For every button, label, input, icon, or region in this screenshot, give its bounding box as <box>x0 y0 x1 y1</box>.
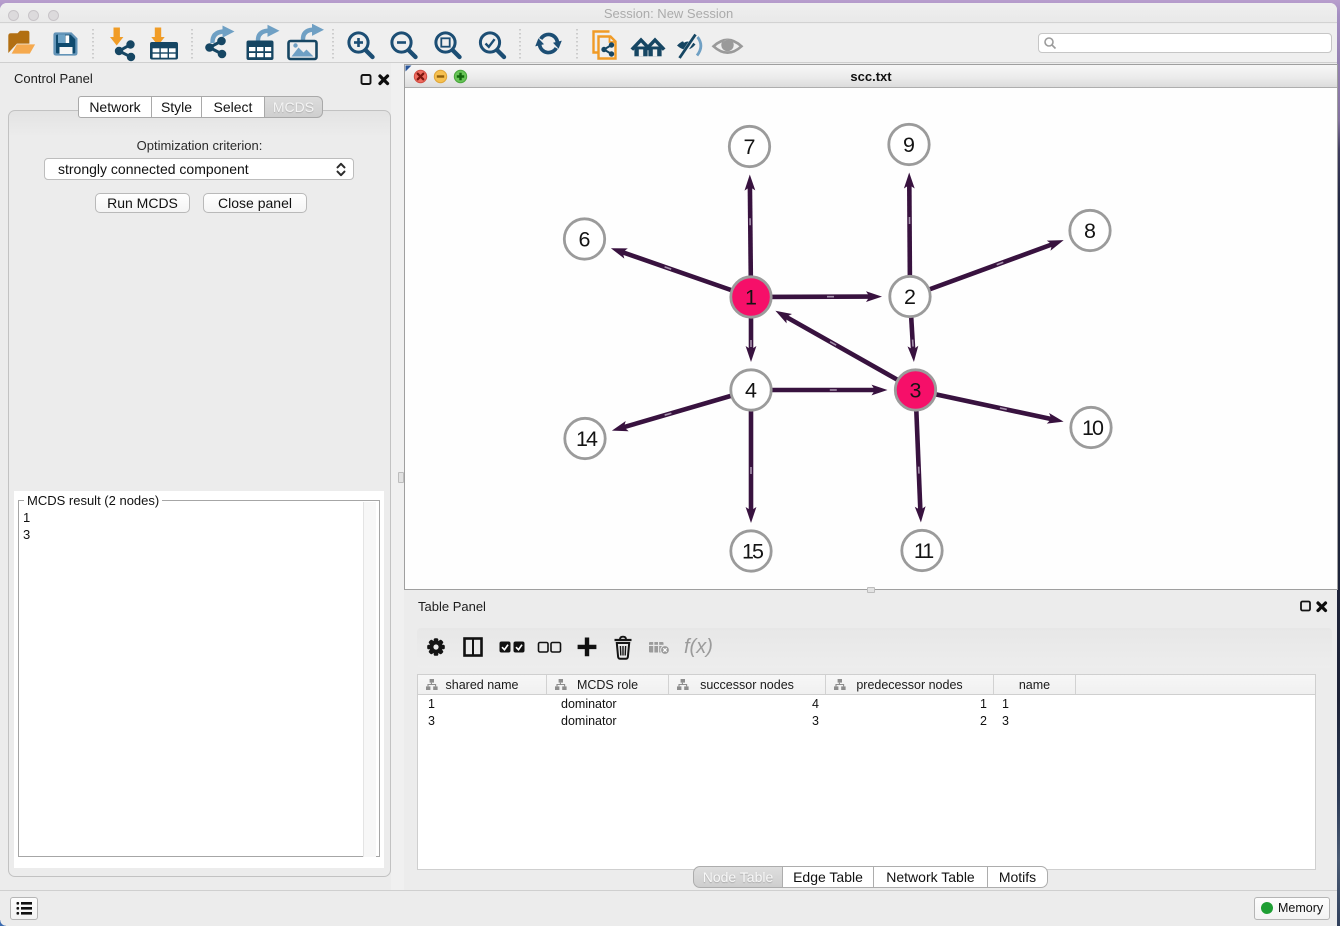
svg-text:1: 1 <box>745 286 757 310</box>
svg-text:7: 7 <box>744 135 756 159</box>
svg-text:2: 2 <box>904 285 916 309</box>
svg-text:14: 14 <box>576 427 598 451</box>
svg-text:6: 6 <box>579 228 591 252</box>
svg-text:9: 9 <box>903 133 915 157</box>
svg-text:f(x): f(x) <box>684 636 713 658</box>
svg-text:10: 10 <box>1082 416 1104 440</box>
svg-text:3: 3 <box>910 379 922 403</box>
svg-text:8: 8 <box>1084 219 1096 243</box>
svg-text:4: 4 <box>745 379 757 403</box>
svg-text:15: 15 <box>742 540 764 564</box>
svg-text:11: 11 <box>914 539 933 563</box>
